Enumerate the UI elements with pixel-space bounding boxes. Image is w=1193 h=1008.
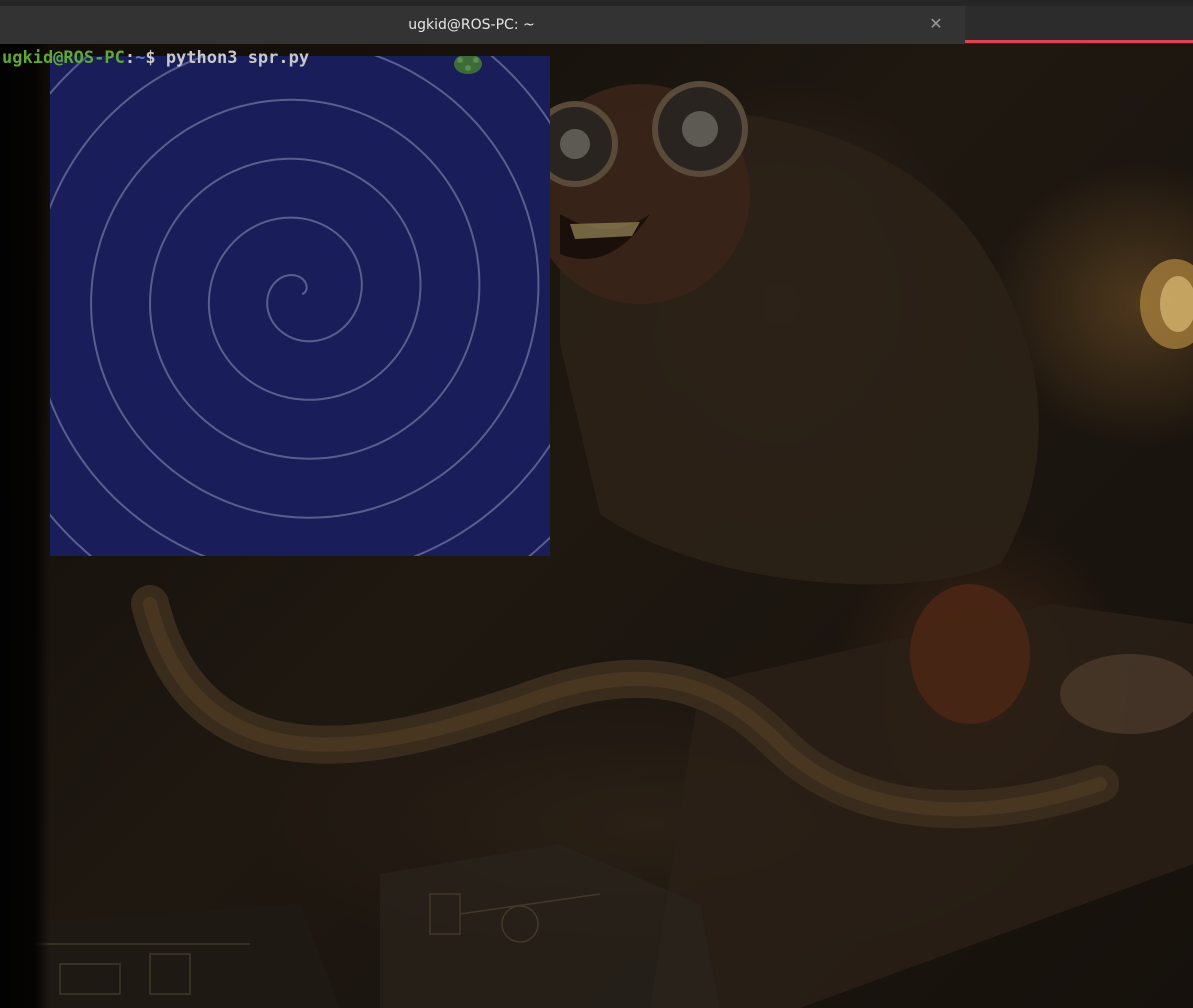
terminal-body[interactable]: ugkid@ROS-PC:~$ python3 spr.py [0,44,1193,1008]
turtle-sprite [454,56,482,74]
prompt-symbol: $ [145,48,166,68]
spiral-drawing [50,56,550,556]
prompt-user-host: ugkid@ROS-PC [2,48,125,68]
turtle-graphics-window[interactable] [50,56,550,556]
tab-inactive-area[interactable] [965,6,1193,44]
tab-terminal[interactable]: ugkid@ROS-PC: ~ ✕ [0,6,965,44]
prompt-command: python3 spr.py [165,48,310,68]
close-icon[interactable]: ✕ [926,6,946,44]
spiral-line [50,56,550,556]
title-bar[interactable]: ugkid@ROS-PC: ~ ✕ [0,0,1193,44]
prompt-separator: : [124,48,136,68]
tab-title: ugkid@ROS-PC: ~ [408,17,535,33]
tab-accent-underline [965,40,1193,43]
terminal-left-shade [0,44,50,1008]
prompt-path: ~ [135,48,146,68]
terminal-prompt-line: ugkid@ROS-PC:~$ python3 spr.py [2,46,309,70]
terminal-window: ugkid@ROS-PC: ~ ✕ ugkid@ROS-PC:~$ python… [0,0,1193,1008]
